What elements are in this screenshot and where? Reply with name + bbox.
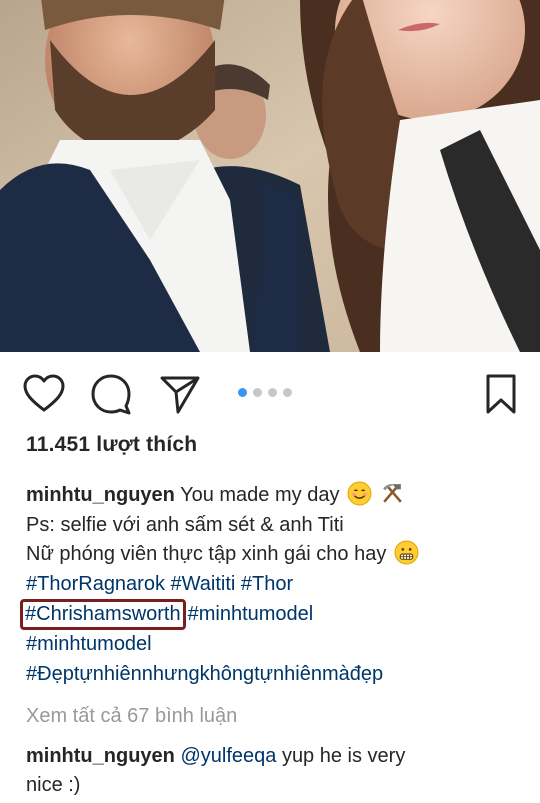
smiling-face-icon [347, 481, 372, 506]
comment-item: minhtu_nguyen @yulfeeqa yup he is very n… [26, 742, 526, 800]
caption-line-3: Nữ phóng viên thực tập xinh gái cho hay [26, 540, 526, 570]
action-bar [0, 352, 540, 434]
bookmark-icon[interactable] [479, 372, 523, 416]
hashtag-thorragnarok[interactable]: #ThorRagnarok [26, 573, 165, 595]
comment-mention[interactable]: @yulfeeqa [180, 745, 276, 767]
comment-text-line-2: nice :) [26, 774, 81, 796]
caption-line-1: minhtu_nguyen You made my day [26, 481, 526, 511]
hashtag-line-1: #ThorRagnarok #Waititi #Thor [26, 570, 526, 600]
heart-icon[interactable] [22, 372, 66, 416]
comment-icon[interactable] [89, 372, 133, 416]
hashtag-waititi[interactable]: #Waititi [171, 573, 236, 595]
carousel-dot-active [238, 388, 247, 397]
like-count[interactable]: 11.451 lượt thích [26, 433, 197, 457]
send-icon[interactable] [158, 372, 202, 416]
hashtag-minhtumodel[interactable]: #minhtumodel [188, 603, 314, 625]
carousel-indicator [238, 388, 292, 398]
carousel-dot [268, 388, 277, 397]
grimacing-face-icon [394, 540, 419, 565]
post-photo[interactable] [0, 0, 540, 352]
selfie-image [0, 0, 540, 352]
hashtag-line-4: #Đẹptựnhiênnhưngkhôngtựnhiênmàđẹp [26, 660, 526, 690]
hammer-and-pick-icon [382, 484, 402, 503]
caption-username[interactable]: minhtu_nguyen [26, 484, 175, 506]
caption-line-3-text: Nữ phóng viên thực tập xinh gái cho hay [26, 543, 387, 565]
caption-line-2: Ps: selfie với anh sấm sét & anh Titi [26, 513, 344, 536]
carousel-dot [283, 388, 292, 397]
hashtag-chrishamsworth-highlighted[interactable]: #Chrishamsworth [20, 599, 186, 630]
post-caption: minhtu_nguyen You made my day Ps: selfie… [20, 481, 526, 690]
hashtag-line-3: #minhtumodel [26, 630, 526, 660]
comment-username[interactable]: minhtu_nguyen [26, 745, 175, 767]
comment-text-line-1: yup he is very [281, 745, 406, 767]
hashtag-thor[interactable]: #Thor [241, 573, 293, 595]
carousel-dot [253, 388, 262, 397]
caption-text: You made my day [180, 484, 340, 506]
hashtag-minhtumodel-2[interactable]: #minhtumodel [26, 633, 152, 655]
hashtag-line-2: #Chrishamsworth #minhtumodel [20, 599, 526, 630]
view-all-comments-link[interactable]: Xem tất cả 67 bình luận [26, 705, 237, 728]
hashtag-deptunhien[interactable]: #Đẹptựnhiênnhưngkhôngtựnhiênmàđẹp [26, 663, 383, 685]
